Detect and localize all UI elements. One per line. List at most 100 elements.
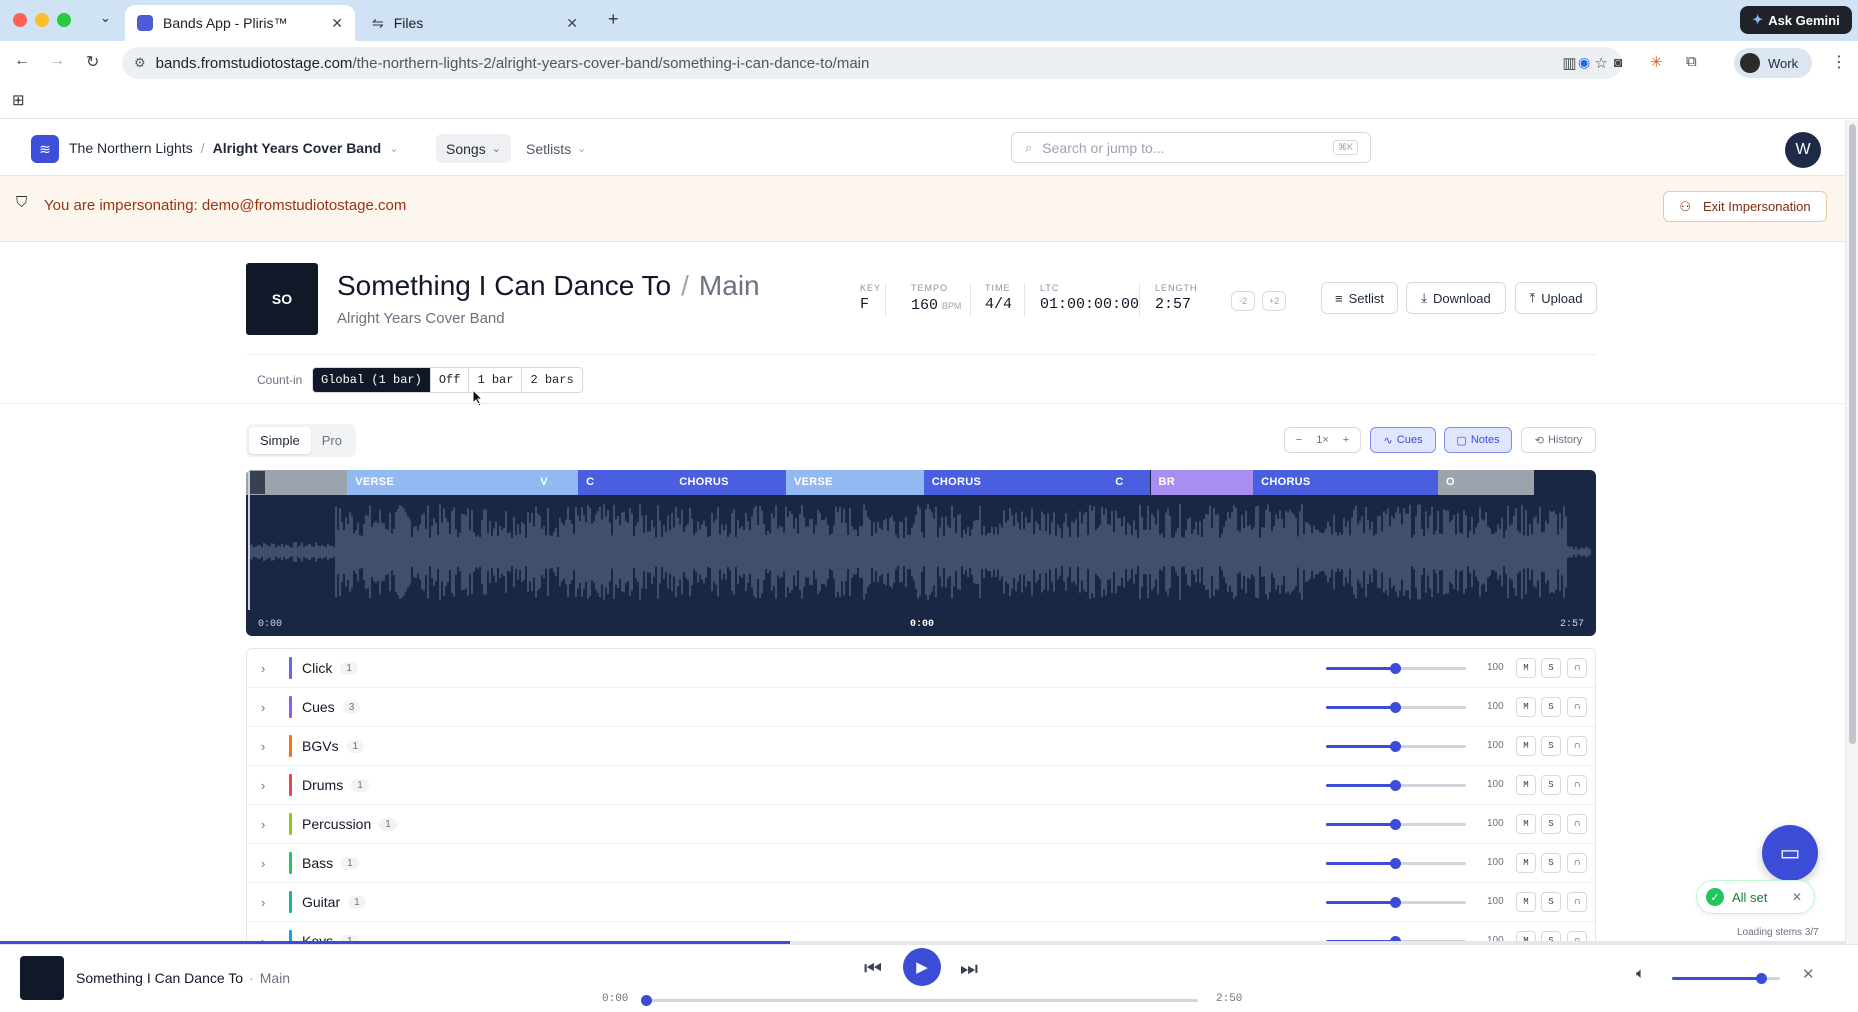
track-row[interactable]: › Cues 3 100 M S ∩	[247, 688, 1595, 727]
new-tab-icon[interactable]: +	[608, 9, 619, 30]
extensions-puzzle-icon[interactable]: ⧉	[1686, 53, 1697, 70]
chevron-right-icon[interactable]: ›	[261, 895, 277, 910]
mute-button[interactable]: M	[1516, 736, 1536, 756]
profile-chip[interactable]: Work	[1734, 48, 1812, 78]
solo-button[interactable]: S	[1541, 697, 1561, 717]
zoom-out-icon[interactable]: −	[1296, 434, 1302, 446]
section-marker[interactable]: BR	[1150, 470, 1254, 495]
track-volume-slider[interactable]	[1326, 741, 1466, 752]
chevron-right-icon[interactable]: ›	[261, 778, 277, 793]
track-volume-slider[interactable]	[1326, 819, 1466, 830]
section-marker[interactable]: CHORUS	[923, 470, 1108, 495]
tab-list-chevron-icon[interactable]: ⌄	[100, 10, 111, 26]
track-row[interactable]: › Bass 1 100 M S ∩	[247, 844, 1595, 883]
browser-tab-active[interactable]: Bands App - Pliris™ ✕	[125, 5, 355, 41]
minimize-window-button[interactable]	[35, 13, 49, 27]
track-row[interactable]: › Drums 1 100 M S ∩	[247, 766, 1595, 805]
waveform-panel[interactable]: VERSE V C CHORUS VERSE CHORUS C BR CHORUS O 0:00 …	[246, 470, 1596, 636]
chevron-right-icon[interactable]: ›	[261, 817, 277, 832]
volume-icon[interactable]: 🔈︎	[1636, 965, 1645, 982]
breadcrumb-band[interactable]: Alright Years Cover Band	[213, 140, 382, 156]
setlist-button[interactable]: ≡ Setlist	[1321, 282, 1398, 314]
track-volume-slider[interactable]	[1326, 897, 1466, 908]
app-logo-icon[interactable]: ≋	[31, 135, 59, 163]
chat-bubble-icon[interactable]: ▭	[1762, 825, 1818, 881]
volume-knob[interactable]	[1390, 780, 1401, 791]
download-button[interactable]: ⤓ Download	[1406, 282, 1506, 314]
meta-ltc-value[interactable]: 01:00:00:00	[1040, 296, 1139, 313]
mute-button[interactable]: M	[1516, 853, 1536, 873]
close-player-icon[interactable]: ✕	[1802, 965, 1815, 983]
chevron-right-icon[interactable]: ›	[261, 700, 277, 715]
song-version[interactable]: Main	[699, 270, 760, 302]
extension-burst-icon[interactable]: ✳	[1650, 53, 1663, 71]
mute-button[interactable]: M	[1516, 658, 1536, 678]
headphones-icon[interactable]: ∩	[1567, 853, 1587, 873]
solo-button[interactable]: S	[1541, 814, 1561, 834]
track-row[interactable]: › Guitar 1 100 M S ∩	[247, 883, 1595, 922]
track-volume-slider[interactable]	[1326, 858, 1466, 869]
headphones-icon[interactable]: ∩	[1567, 658, 1587, 678]
volume-knob[interactable]	[1390, 897, 1401, 908]
search-input[interactable]: ⌕ Search or jump to... ⌘K	[1011, 132, 1371, 163]
meta-time-value[interactable]: 4/4	[985, 296, 1012, 313]
nav-setlists[interactable]: Setlists ⌄	[526, 134, 586, 163]
track-row[interactable]: › BGVs 1 100 M S ∩	[247, 727, 1595, 766]
volume-knob[interactable]	[1390, 702, 1401, 713]
cues-toggle-button[interactable]: ∿ Cues	[1370, 427, 1436, 453]
section-marker[interactable]: CHORUS	[671, 470, 786, 495]
headphones-icon[interactable]: ∩	[1567, 814, 1587, 834]
meta-tempo-value[interactable]: 160	[911, 297, 938, 314]
transpose-down-button[interactable]: -2	[1231, 291, 1255, 311]
player-seek-bar[interactable]	[641, 995, 1198, 1006]
player-volume-slider[interactable]	[1672, 973, 1780, 984]
transpose-up-button[interactable]: +2	[1262, 291, 1286, 311]
section-marker[interactable]: VERSE	[786, 470, 924, 495]
meta-key-value[interactable]: F	[860, 296, 881, 313]
tab-close-icon[interactable]: ✕	[566, 15, 578, 32]
toast-close-icon[interactable]: ✕	[1792, 890, 1802, 904]
track-volume-slider[interactable]	[1326, 663, 1466, 674]
seek-knob[interactable]	[641, 995, 652, 1006]
view-mode-simple[interactable]: Simple	[249, 427, 311, 454]
solo-button[interactable]: S	[1541, 736, 1561, 756]
section-marker[interactable]: C	[578, 470, 672, 495]
exit-impersonation-button[interactable]: ⚇ Exit Impersonation	[1663, 191, 1827, 222]
reload-icon[interactable]: ↻	[86, 52, 99, 72]
volume-knob[interactable]	[1390, 819, 1401, 830]
nav-songs[interactable]: Songs ⌄	[436, 134, 511, 163]
volume-knob[interactable]	[1755, 973, 1767, 984]
volume-knob[interactable]	[1390, 741, 1401, 752]
skip-forward-icon[interactable]: ⏭	[960, 958, 978, 981]
notes-toggle-button[interactable]: ▢ Notes	[1444, 427, 1512, 453]
volume-knob[interactable]	[1390, 663, 1401, 674]
count-in-option-2-bars[interactable]: 2 bars	[522, 368, 581, 392]
mute-button[interactable]: M	[1516, 814, 1536, 834]
history-button[interactable]: ⟲ History	[1521, 427, 1596, 453]
chevron-right-icon[interactable]: ›	[261, 856, 277, 871]
breadcrumb-org[interactable]: The Northern Lights	[69, 140, 193, 156]
page-scrollbar[interactable]	[1845, 120, 1858, 944]
solo-button[interactable]: S	[1541, 658, 1561, 678]
section-marker[interactable]: V	[532, 470, 579, 495]
apps-grid-icon[interactable]: ⊞	[12, 91, 25, 109]
browser-tab-files[interactable]: ⇋ Files ✕	[360, 5, 590, 41]
view-mode-pro[interactable]: Pro	[311, 427, 353, 454]
track-volume-slider[interactable]	[1326, 702, 1466, 713]
section-marker[interactable]: C	[1107, 470, 1151, 495]
address-bar[interactable]: ⚙ bands.fromstudiotostage.com/the-northe…	[122, 47, 1622, 79]
section-marker[interactable]: CHORUS	[1253, 470, 1439, 495]
headphones-icon[interactable]: ∩	[1567, 892, 1587, 912]
headphones-icon[interactable]: ∩	[1567, 775, 1587, 795]
loop-start-handle[interactable]	[248, 470, 266, 495]
user-avatar[interactable]: W	[1785, 132, 1821, 168]
upload-button[interactable]: ⤒ Upload	[1515, 282, 1597, 314]
back-icon[interactable]: ←	[14, 52, 30, 70]
waveform-graph[interactable]	[246, 495, 1596, 610]
close-window-button[interactable]	[13, 13, 27, 27]
mute-button[interactable]: M	[1516, 775, 1536, 795]
headphones-icon[interactable]: ∩	[1567, 736, 1587, 756]
chevron-right-icon[interactable]: ›	[261, 739, 277, 754]
track-row[interactable]: › Click 1 100 M S ∩	[247, 649, 1595, 688]
site-info-icon[interactable]: ⚙	[134, 55, 146, 71]
